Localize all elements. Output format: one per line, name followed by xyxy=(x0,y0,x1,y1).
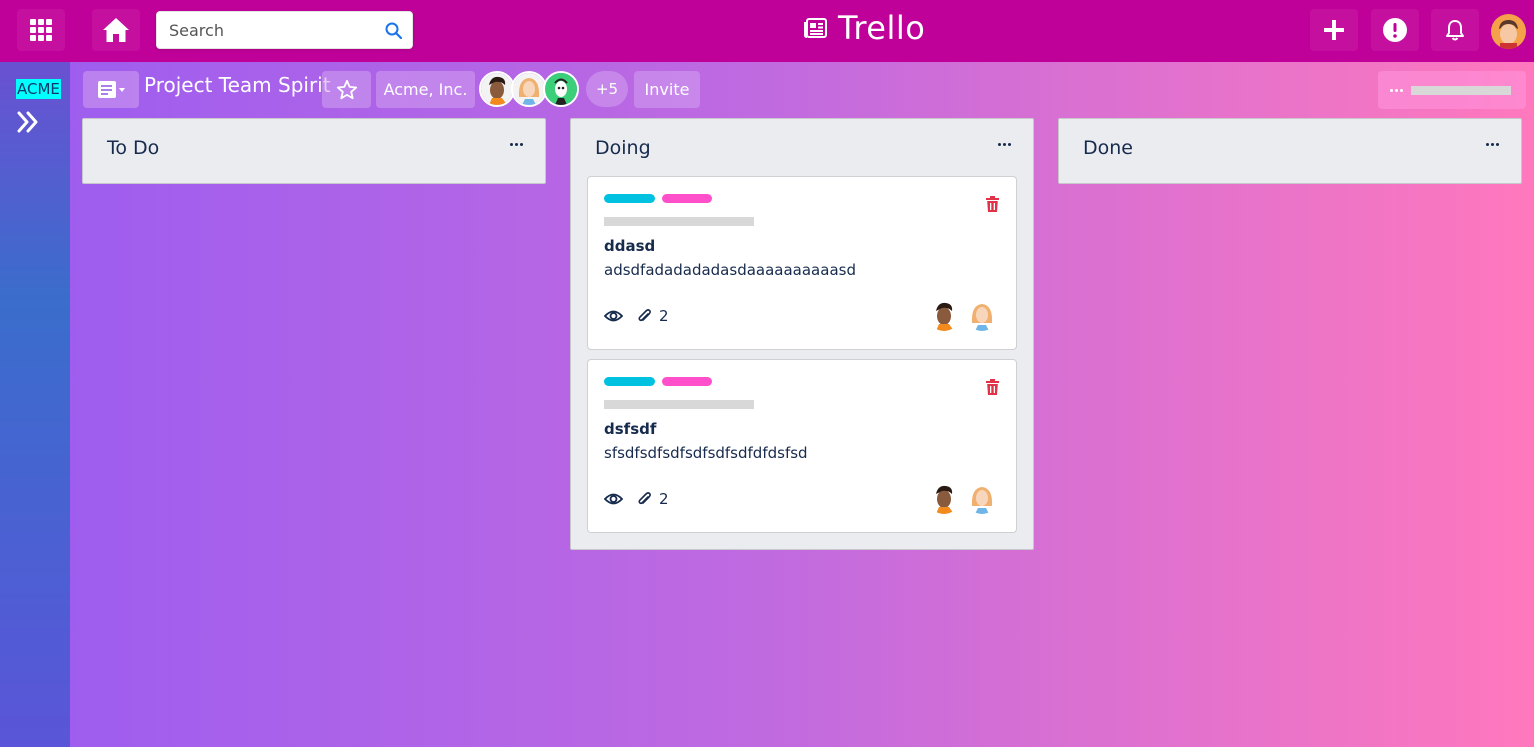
invite-label: Invite xyxy=(644,80,690,99)
attachments[interactable]: 2 xyxy=(637,490,669,508)
card-member-avatar[interactable] xyxy=(928,482,960,514)
plus-icon xyxy=(1324,20,1344,40)
alert-icon xyxy=(1383,18,1407,42)
card-placeholder-bar xyxy=(604,400,754,409)
card-label-cyan[interactable] xyxy=(604,194,655,203)
user-avatar[interactable] xyxy=(1491,14,1526,49)
card-description: adsdfadadadadasdaaaaaaaaaasd xyxy=(604,261,856,279)
eye-icon[interactable] xyxy=(604,309,623,323)
star-button[interactable] xyxy=(322,71,371,108)
search-icon[interactable] xyxy=(385,22,402,39)
list-title[interactable]: Doing xyxy=(595,137,651,159)
workspace-label[interactable]: ACME xyxy=(16,79,61,99)
eye-icon[interactable] xyxy=(604,492,623,506)
list-done: Done xyxy=(1058,118,1522,184)
card-member-avatar[interactable] xyxy=(966,482,998,514)
card-footer: 2 xyxy=(604,490,669,508)
org-button[interactable]: Acme, Inc. xyxy=(376,71,475,108)
apps-button[interactable] xyxy=(17,9,65,51)
extra-members-count[interactable]: +5 xyxy=(586,71,628,107)
trash-icon[interactable] xyxy=(986,196,999,212)
notifications-button[interactable] xyxy=(1431,9,1479,51)
create-button[interactable] xyxy=(1310,9,1358,51)
trash-icon[interactable] xyxy=(986,379,999,395)
top-bar: Trello xyxy=(0,0,1534,62)
star-icon xyxy=(336,79,357,99)
expand-sidebar-button[interactable] xyxy=(16,111,40,137)
card-title: dsfsdf xyxy=(604,420,657,438)
org-label: Acme, Inc. xyxy=(383,80,468,99)
home-icon xyxy=(103,18,129,42)
board-list-icon xyxy=(98,80,125,98)
home-button[interactable] xyxy=(92,9,140,51)
menu-label-placeholder xyxy=(1411,85,1511,95)
list-menu-button[interactable] xyxy=(1486,143,1499,146)
list-title[interactable]: To Do xyxy=(107,137,159,159)
card[interactable]: ddasd adsdfadadadadasdaaaaaaaaaasd 2 xyxy=(587,176,1017,350)
paperclip-icon xyxy=(638,492,651,505)
attachment-count: 2 xyxy=(659,490,669,508)
info-button[interactable] xyxy=(1371,9,1419,51)
card-label-cyan[interactable] xyxy=(604,377,655,386)
list-doing: Doing ddasd adsdfadadadadasdaaaaaaaaaasd… xyxy=(570,118,1034,550)
card[interactable]: dsfsdf sfsdfsdfsdfsdfsdfsdfdfdsfsd 2 xyxy=(587,359,1017,533)
invite-button[interactable]: Invite xyxy=(634,71,700,108)
brand-logo[interactable]: Trello xyxy=(804,8,925,48)
card-description: sfsdfsdfsdfsdfsdfsdfdfdsfsd xyxy=(604,444,808,462)
list-title[interactable]: Done xyxy=(1083,137,1133,159)
attachment-count: 2 xyxy=(659,307,669,325)
board-title[interactable]: Project Team Spirit xyxy=(144,73,331,97)
board-icon xyxy=(804,18,827,38)
card-placeholder-bar xyxy=(604,217,754,226)
paperclip-icon xyxy=(638,309,651,322)
more-icon xyxy=(1390,88,1403,92)
card-footer: 2 xyxy=(604,307,669,325)
apps-grid-icon xyxy=(30,19,52,41)
member-avatar[interactable] xyxy=(543,71,579,107)
card-label-pink[interactable] xyxy=(662,377,712,386)
sidebar: ACME xyxy=(0,62,70,747)
search-box xyxy=(156,11,413,49)
bell-icon xyxy=(1446,20,1464,41)
card-member-avatar[interactable] xyxy=(928,299,960,331)
list-menu-button[interactable] xyxy=(998,143,1011,146)
brand-name: Trello xyxy=(838,9,926,47)
attachments[interactable]: 2 xyxy=(637,307,669,325)
list-menu-button[interactable] xyxy=(510,143,523,146)
double-chevron-right-icon xyxy=(17,111,38,133)
list-to-do: To Do xyxy=(82,118,546,184)
card-label-pink[interactable] xyxy=(662,194,712,203)
show-menu-button[interactable] xyxy=(1378,71,1526,109)
member-avatar[interactable] xyxy=(511,71,547,107)
search-input[interactable] xyxy=(169,20,385,40)
card-member-avatar[interactable] xyxy=(966,299,998,331)
member-avatar[interactable] xyxy=(479,71,515,107)
card-title: ddasd xyxy=(604,237,656,255)
board-switcher-button[interactable] xyxy=(83,71,139,108)
